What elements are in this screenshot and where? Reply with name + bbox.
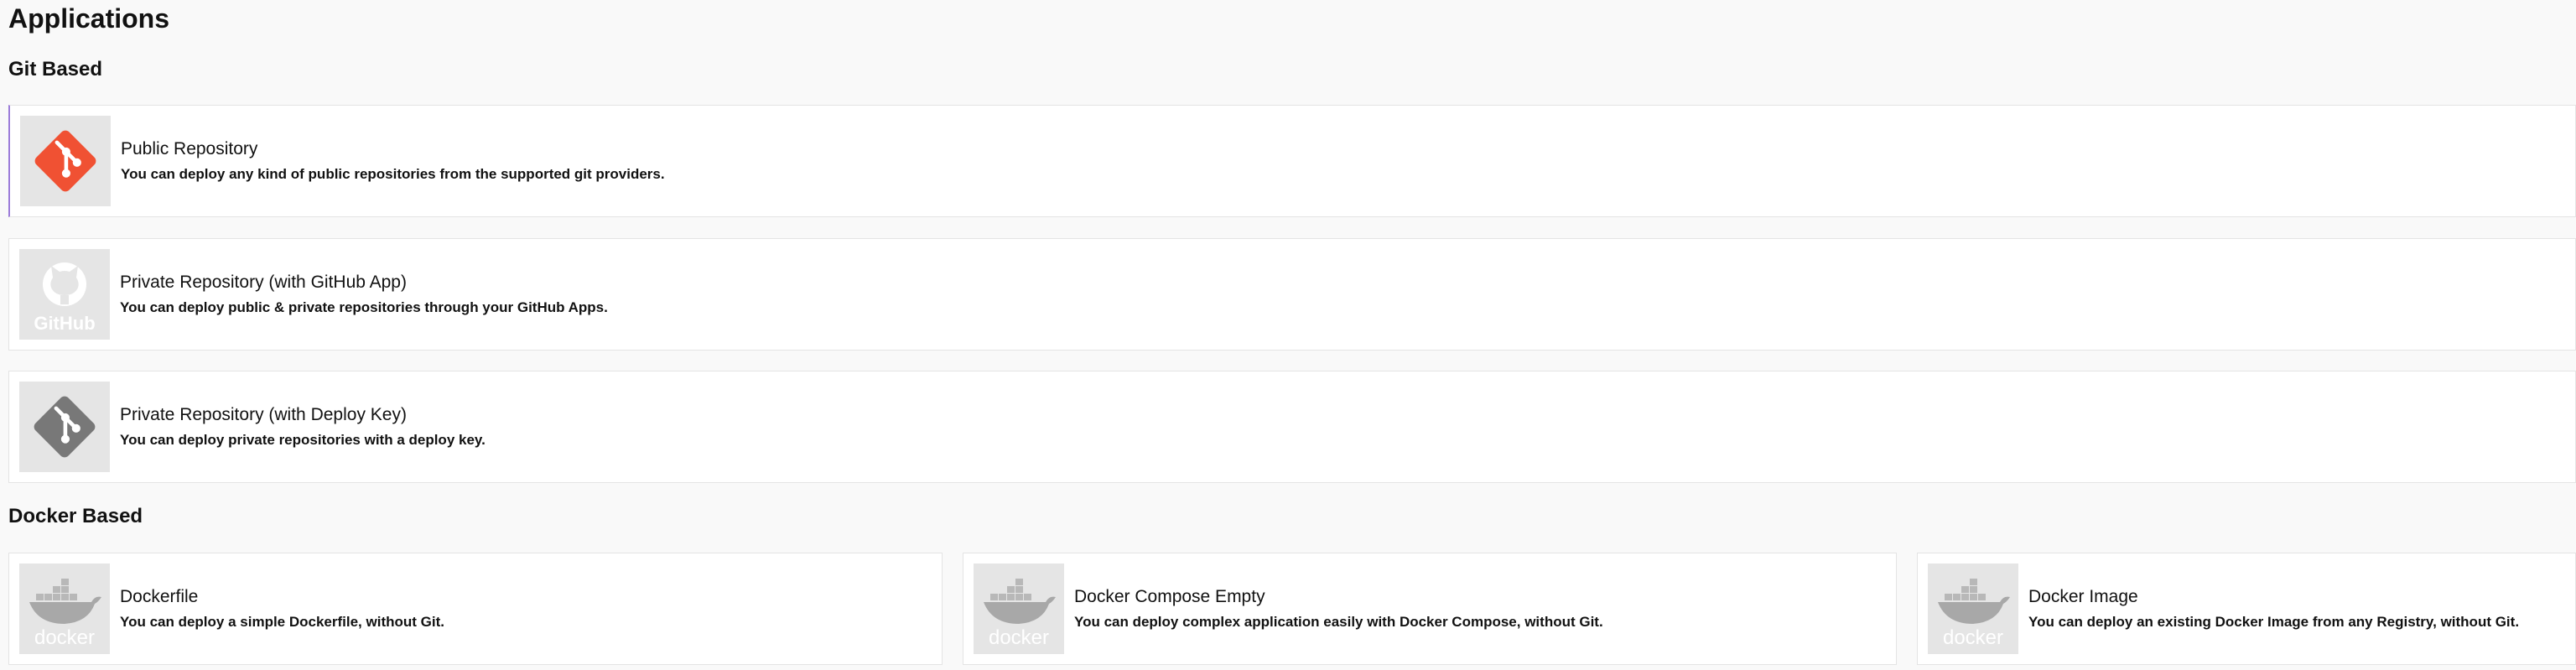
public-repository-card[interactable]: Public Repository You can deploy any kin…	[8, 105, 2576, 217]
github-app-thumb: GitHub	[19, 249, 110, 340]
dockerfile-thumb: docker	[19, 564, 110, 654]
card-title: Private Repository (with Deploy Key)	[120, 405, 407, 424]
private-repository-github-app-card[interactable]: GitHub Private Repository (with GitHub A…	[8, 238, 2576, 351]
docker-logo-text: docker	[1943, 626, 2003, 649]
card-title: Docker Image	[2028, 587, 2138, 606]
github-logo-text: GitHub	[34, 313, 95, 334]
docker-icon: docker	[29, 579, 101, 649]
card-description: You can deploy an existing Docker Image …	[2028, 614, 2520, 630]
card-description: You can deploy private repositories with…	[120, 432, 486, 448]
card-description: You can deploy any kind of public reposi…	[121, 166, 665, 182]
docker-logo-text: docker	[989, 626, 1049, 649]
docker-image-thumb: docker	[1928, 564, 2018, 654]
docker-icon: docker	[1938, 579, 2010, 649]
deploy-key-thumb	[19, 382, 110, 472]
page-title: Applications	[8, 3, 170, 34]
public-repository-thumb	[20, 116, 111, 206]
card-title: Docker Compose Empty	[1074, 587, 1265, 606]
card-title: Public Repository	[121, 139, 258, 158]
docker-logo-text: docker	[34, 626, 95, 649]
docker-compose-empty-card[interactable]: docker Docker Compose Empty You can depl…	[963, 553, 1897, 665]
dockerfile-card[interactable]: docker Dockerfile You can deploy a simpl…	[8, 553, 943, 665]
card-description: You can deploy complex application easil…	[1074, 614, 1603, 630]
card-description: You can deploy public & private reposito…	[120, 299, 608, 315]
docker-image-card[interactable]: docker Docker Image You can deploy an ex…	[1917, 553, 2576, 665]
card-title: Dockerfile	[120, 587, 199, 606]
private-repository-deploy-key-card[interactable]: Private Repository (with Deploy Key) You…	[8, 371, 2576, 483]
git-icon	[34, 396, 96, 458]
git-icon	[34, 130, 96, 192]
git-based-heading: Git Based	[8, 58, 103, 81]
docker-compose-thumb: docker	[974, 564, 1064, 654]
card-description: You can deploy a simple Dockerfile, with…	[120, 614, 444, 630]
card-title: Private Repository (with GitHub App)	[120, 273, 407, 292]
github-icon: GitHub	[34, 262, 96, 334]
docker-based-heading: Docker Based	[8, 505, 143, 527]
docker-icon: docker	[984, 579, 1056, 649]
